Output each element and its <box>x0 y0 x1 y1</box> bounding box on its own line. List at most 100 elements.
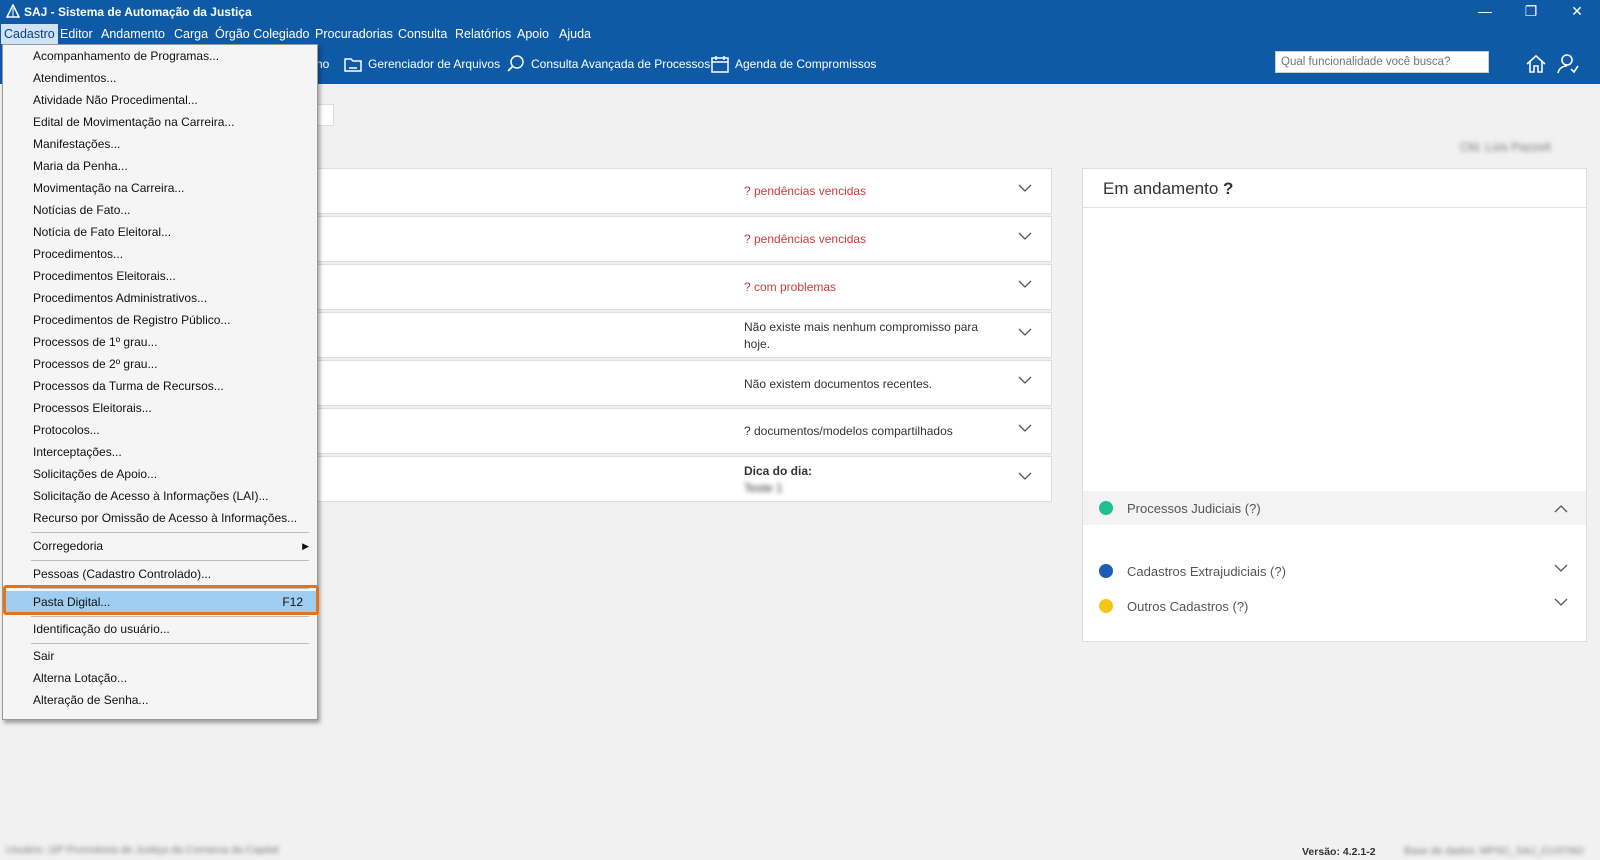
menu-item-sair[interactable]: Sair <box>3 645 317 667</box>
menu-item-pessoas[interactable]: Pessoas (Cadastro Controlado)... <box>3 563 317 585</box>
menu-item[interactable]: Edital de Movimentação na Carreira... <box>3 111 317 133</box>
toolbar-partial-item[interactable]: ho <box>316 52 329 76</box>
advanced-search-label: Consulta Avançada de Processos <box>531 57 711 71</box>
menu-item[interactable]: Maria da Penha... <box>3 155 317 177</box>
menu-item[interactable]: Processos da Turma de Recursos... <box>3 375 317 397</box>
highlight-frame <box>3 585 319 615</box>
tip-label: Dica do dia: <box>744 464 813 478</box>
close-button[interactable]: ✕ <box>1554 0 1600 24</box>
menu-item[interactable]: Notícia de Fato Eleitoral... <box>3 221 317 243</box>
file-manager-button[interactable]: Gerenciador de Arquivos <box>343 52 500 76</box>
user-switch-icon[interactable] <box>1556 52 1580 76</box>
pendency-text: Não existem documentos recentes. <box>744 377 933 391</box>
menu-consulta[interactable]: Consulta <box>395 24 450 44</box>
menu-separator <box>31 616 309 617</box>
status-version: Versão: 4.2.1-2 <box>1302 846 1376 858</box>
pendency-row[interactable]: ? documentos/modelos compartilhados <box>310 408 1052 454</box>
menu-procuradorias[interactable]: Procuradorias <box>312 24 396 44</box>
agenda-label: Agenda de Compromissos <box>735 57 877 71</box>
chevron-down-icon[interactable] <box>1018 325 1032 339</box>
menu-item[interactable]: Acompanhamento de Programas... <box>3 45 317 67</box>
menu-item[interactable]: Interceptações... <box>3 441 317 463</box>
menu-item[interactable]: Movimentação na Carreira... <box>3 177 317 199</box>
group-label: Outros Cadastros (?) <box>1127 598 1249 614</box>
chevron-down-icon[interactable] <box>1554 561 1568 575</box>
menu-orgao-colegiado[interactable]: Órgão Colegiado <box>212 24 313 44</box>
status-dot <box>1099 501 1113 515</box>
menu-item[interactable]: Procedimentos... <box>3 243 317 265</box>
pendency-text: ? documentos/modelos compartilhados <box>744 424 953 438</box>
menu-relatorios[interactable]: Relatórios <box>452 24 514 44</box>
title-bar: SAJ - Sistema de Automação da Justiça — … <box>0 0 1600 24</box>
functionality-search-input[interactable] <box>1275 51 1489 73</box>
in-progress-title-text: Em andamento <box>1103 179 1219 198</box>
menu-item-alterna-lotacao[interactable]: Alterna Lotação... <box>3 667 317 689</box>
group-cadastros-extrajudiciais[interactable]: Cadastros Extrajudiciais (?) <box>1099 561 1286 581</box>
submenu-arrow-icon: ▶ <box>302 541 309 551</box>
menu-separator <box>31 532 309 533</box>
menu-cadastro[interactable]: Cadastro <box>1 24 58 44</box>
menu-item[interactable]: Recurso por Omissão de Acesso à Informaç… <box>3 507 317 529</box>
chevron-down-icon[interactable] <box>1018 421 1032 435</box>
window-title: SAJ - Sistema de Automação da Justiça <box>24 5 252 19</box>
menu-item[interactable]: Procedimentos de Registro Público... <box>3 309 317 331</box>
menu-item-label: Corregedoria <box>33 539 104 553</box>
menu-bar: Cadastro Editor Andamento Carga Órgão Co… <box>0 24 1600 44</box>
chevron-down-icon[interactable] <box>1018 229 1032 243</box>
menu-item[interactable]: Manifestações... <box>3 133 317 155</box>
menu-item[interactable]: Atendimentos... <box>3 67 317 89</box>
chevron-down-icon[interactable] <box>1018 277 1032 291</box>
menu-editor[interactable]: Editor <box>57 24 96 44</box>
pendency-row[interactable]: Não existe mais nenhum compromisso para … <box>310 312 1052 358</box>
menu-item[interactable]: Notícias de Fato... <box>3 199 317 221</box>
advanced-search-button[interactable]: Consulta Avançada de Processos <box>506 52 710 76</box>
menu-item[interactable]: Processos de 2º grau... <box>3 353 317 375</box>
group-label: Cadastros Extrajudiciais (?) <box>1127 563 1286 579</box>
chevron-down-icon[interactable] <box>1018 181 1032 195</box>
menu-item[interactable]: Processos Eleitorais... <box>3 397 317 419</box>
menu-item[interactable]: Processos de 1º grau... <box>3 331 317 353</box>
chevron-up-icon[interactable] <box>1554 502 1568 516</box>
menu-item-identificacao[interactable]: Identificação do usuário... <box>3 618 317 640</box>
menu-ajuda[interactable]: Ajuda <box>556 24 594 44</box>
calendar-icon <box>711 56 729 73</box>
group-outros-cadastros[interactable]: Outros Cadastros (?) <box>1099 596 1248 616</box>
pendency-text: Não existe mais nenhum compromisso para … <box>744 320 979 351</box>
home-icon[interactable] <box>1524 52 1548 76</box>
in-progress-title: Em andamento ? <box>1103 179 1233 199</box>
menu-item[interactable]: Protocolos... <box>3 419 317 441</box>
group-label: Processos Judiciais (?) <box>1127 500 1261 516</box>
menu-item-corregedoria[interactable]: Corregedoria ▶ <box>3 535 317 557</box>
pendency-text: ? pendências vencidas <box>744 232 867 246</box>
chevron-down-icon[interactable] <box>1018 469 1032 483</box>
restore-button[interactable]: ❐ <box>1508 0 1554 24</box>
menu-item[interactable]: Solicitações de Apoio... <box>3 463 317 485</box>
status-user-text: Usuário: 18ª Promotoria de Justiça da Co… <box>6 844 279 856</box>
menu-item-alteracao-senha[interactable]: Alteração de Senha... <box>3 689 317 711</box>
minimize-button[interactable]: — <box>1462 0 1508 24</box>
chevron-down-icon[interactable] <box>1018 373 1032 387</box>
menu-item[interactable]: Procedimentos Administrativos... <box>3 287 317 309</box>
chevron-down-icon[interactable] <box>1554 595 1568 609</box>
menu-andamento[interactable]: Andamento <box>98 24 168 44</box>
menu-item[interactable]: Procedimentos Eleitorais... <box>3 265 317 287</box>
menu-separator <box>31 643 309 644</box>
menu-item[interactable]: Solicitação de Acesso à Informações (LAI… <box>3 485 317 507</box>
pendency-text: ? com problemas <box>744 280 837 294</box>
help-mark[interactable]: ? <box>1223 179 1233 198</box>
menu-carga[interactable]: Carga <box>171 24 211 44</box>
pendency-row[interactable]: ? com problemas <box>310 264 1052 310</box>
group-processos-judiciais[interactable]: Processos Judiciais (?) <box>1099 498 1261 518</box>
app-logo-icon <box>6 4 20 18</box>
menu-apoio[interactable]: Apoio <box>514 24 552 44</box>
pendency-text: ? pendências vencidas <box>744 184 867 198</box>
tip-of-day-row[interactable]: Dica do dia: Teste 1 <box>310 456 1052 502</box>
pendency-row[interactable]: ? pendências vencidas <box>310 168 1052 214</box>
pendency-row[interactable]: Não existem documentos recentes. <box>310 360 1052 406</box>
agenda-button[interactable]: Agenda de Compromissos <box>710 52 876 76</box>
cadastro-dropdown-menu: Acompanhamento de Programas... Atendimen… <box>2 44 318 720</box>
pendency-row[interactable]: ? pendências vencidas <box>310 216 1052 262</box>
status-dot <box>1099 599 1113 613</box>
menu-item[interactable]: Atividade Não Procedimental... <box>3 89 317 111</box>
status-database: Base de dados: MPSC_SAJ_CUSTAD <box>1404 845 1584 857</box>
